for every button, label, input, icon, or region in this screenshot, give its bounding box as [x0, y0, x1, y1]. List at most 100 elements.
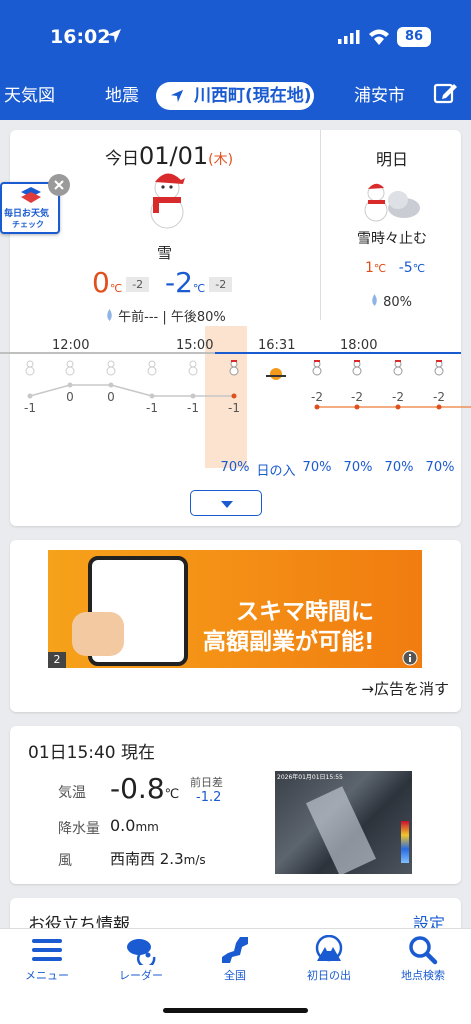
snow-cloud-icon [364, 183, 420, 222]
menu-icon [32, 939, 62, 961]
radar-thumbnail[interactable]: 2026年01月01日15:55 [275, 771, 412, 874]
clock: 16:02 [50, 26, 111, 48]
tab-current-location[interactable]: 川西町(現在地) [156, 82, 314, 110]
today-low-value: -2 [165, 266, 193, 299]
temp-label: -1 [24, 401, 36, 415]
tomorrow-rain: 80% [370, 294, 412, 310]
today-high: 0℃ -2 [92, 266, 150, 299]
today-low: -2℃ -2 [165, 266, 233, 299]
tomorrow-high: 1 [365, 260, 374, 276]
precip-label: 降水量 [58, 821, 100, 837]
temp-label: -1 [228, 401, 240, 415]
hour-label-1500: 15:00 [176, 338, 214, 353]
temp-unit: ℃ [164, 787, 180, 802]
badge-line2: チェック [12, 220, 44, 229]
temp-point [395, 404, 401, 410]
info-icon[interactable] [402, 650, 418, 666]
search-icon [409, 936, 438, 965]
nav-radar[interactable]: レーダー [101, 935, 181, 983]
nav-menu-label: メニュー [25, 969, 69, 982]
hourly-snowman-head [189, 360, 197, 368]
radar-cloud-band [305, 786, 377, 874]
precip-value: 0.0 [110, 816, 136, 835]
hourly-snowman-icon [25, 366, 35, 376]
past-temp-line [29, 384, 234, 397]
hourly-snowman-icon [229, 366, 239, 376]
wind-value: 西南西 2.3 [110, 850, 184, 868]
location-arrow-icon [107, 29, 121, 43]
ad-banner[interactable]: スキマ時間に 高額副業が可能! 2 [48, 550, 422, 668]
today-rain-text: 午前--- | 午後80% [118, 310, 226, 325]
app-logo-icon [21, 187, 41, 203]
today-weather-text: 雪 [157, 244, 173, 262]
wifi-icon [369, 29, 389, 45]
expand-forecast-button[interactable] [190, 490, 262, 516]
close-badge-button[interactable] [48, 174, 70, 196]
nav-menu[interactable]: メニュー [7, 935, 87, 983]
today-date-value: 01/01 [139, 142, 209, 170]
edit-icon[interactable] [432, 80, 458, 106]
current-title: 01日15:40 現在 [28, 743, 156, 763]
tomorrow-rain-text: 80% [383, 295, 413, 310]
wind-label: 風 [58, 853, 72, 869]
raindrop-icon [107, 309, 112, 321]
temp-value: -0.8 [110, 772, 165, 805]
ad-page-indicator: 2 [48, 652, 66, 668]
tomorrow-low: -5 [398, 260, 413, 276]
rain-pct: 70% [384, 460, 414, 475]
home-indicator [163, 1008, 308, 1013]
hourly-snowman-hat [395, 360, 401, 362]
temp-label: -2 [433, 390, 445, 404]
tab-urayasu[interactable]: 浦安市 [354, 82, 405, 110]
hide-ad-link[interactable]: →広告を消す [361, 678, 449, 699]
hourly-snowman-hat [354, 360, 360, 362]
nav-location-search[interactable]: 地点検索 [383, 935, 463, 983]
temp-point [27, 393, 33, 399]
temp-reading: -0.8℃ [110, 772, 179, 805]
sunset-label: 日の入 [256, 464, 296, 479]
hourly-chart: -1 0 0 -1 -1 -1 -2 -2 -2 -2 [24, 360, 471, 415]
nav-first-sunrise[interactable]: 初日の出 [289, 935, 369, 983]
badge-line1: 毎日お天気 [4, 209, 50, 219]
tab-earthquake[interactable]: 地震 [105, 82, 139, 110]
nav-first-sunrise-label: 初日の出 [307, 969, 351, 982]
location-tabs: 天気図 地震 川西町(現在地) 浦安市 [0, 72, 471, 120]
japan-map-icon [222, 937, 248, 963]
rain-pct: 70% [302, 460, 332, 475]
tomorrow-label: 明日 [376, 150, 409, 169]
today-low-diff: -2 [209, 276, 233, 292]
future-timeline [215, 352, 461, 354]
hourly-snowman-head [66, 360, 74, 368]
diff-label: 前日差 [190, 776, 223, 789]
signal-icon [338, 30, 360, 44]
hourly-snowman-icon [434, 366, 444, 376]
hourly-snowman-icon [393, 366, 403, 376]
temp-label: 気温 [58, 785, 86, 801]
temp-point [354, 404, 360, 410]
tab-weather-map[interactable]: 天気図 [4, 82, 55, 110]
today-weekday: (木) [208, 152, 234, 168]
hour-label-1800: 18:00 [340, 338, 378, 353]
hourly-snowman-hat [231, 360, 237, 362]
mount-fuji-icon [315, 935, 343, 962]
location-arrow-icon [170, 89, 184, 103]
thumbs-up-illustration [72, 612, 124, 656]
chevron-down-icon [221, 501, 233, 508]
ad-line1: スキマ時間に [236, 599, 374, 625]
temp-point [436, 404, 442, 410]
tomorrow-temps: 1℃ -5℃ [365, 260, 425, 276]
wind-reading: 西南西 2.3m/s [110, 848, 206, 869]
nav-radar-label: レーダー [119, 969, 163, 982]
temp-label: -2 [392, 390, 404, 404]
past-timeline [0, 352, 215, 354]
rain-pct: 70% [425, 460, 455, 475]
hourly-snowman-icon [65, 366, 75, 376]
hour-label-1631: 16:31 [258, 338, 296, 353]
wind-unit: m/s [183, 853, 206, 867]
nav-national[interactable]: 全国 [195, 935, 275, 983]
temp-label: 0 [66, 390, 74, 404]
tab-current-location-label: 川西町(現在地) [194, 86, 312, 106]
rain-pct: 70% [220, 460, 250, 475]
sunset-horizon [266, 375, 286, 377]
hour-label-1200: 12:00 [52, 338, 90, 353]
